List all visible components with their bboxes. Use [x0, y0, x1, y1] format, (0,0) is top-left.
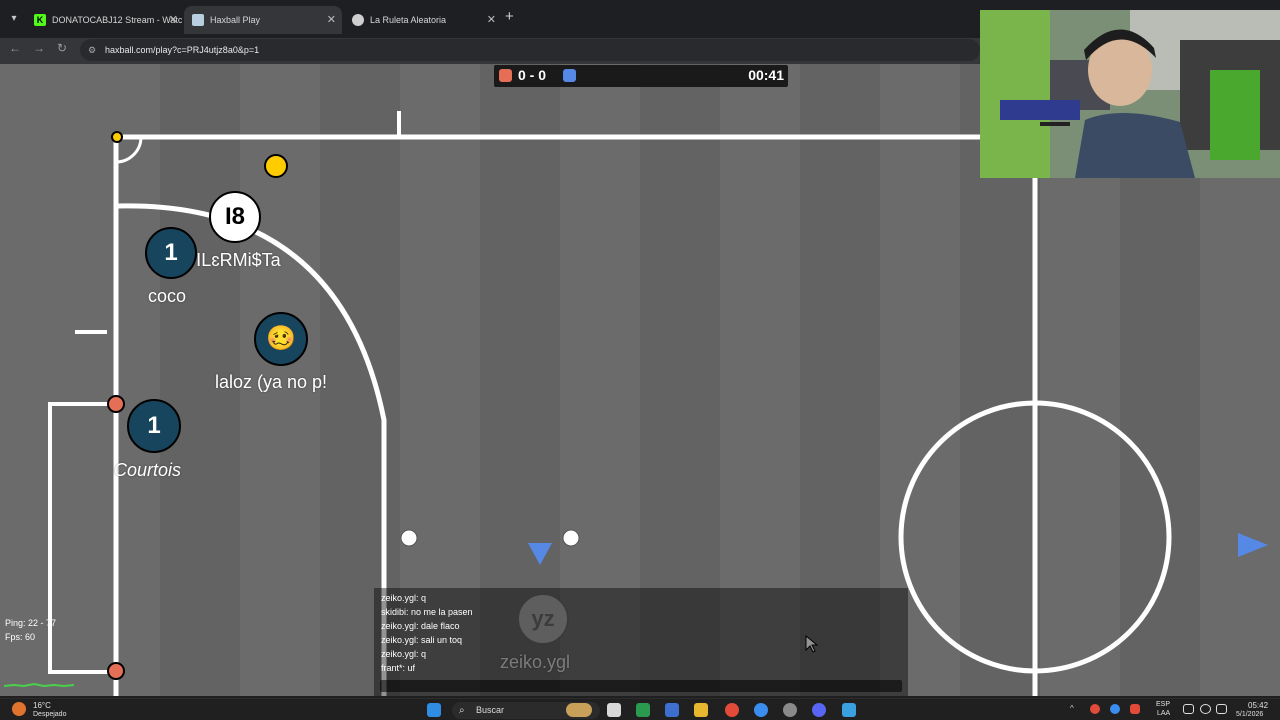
webcam-image	[980, 10, 1280, 178]
microphone-icon[interactable]	[1130, 704, 1140, 714]
ping-stat: Ping: 22 - 77	[5, 618, 57, 628]
windows-start-icon[interactable]	[427, 703, 441, 717]
language-code[interactable]: ESP	[1156, 701, 1170, 708]
forward-icon[interactable]: →	[33, 41, 45, 55]
player-name-zeiko: zeiko.ygl	[500, 652, 571, 672]
chat-message: zeiko.ygl: dale flaco	[381, 621, 460, 631]
discord-icon[interactable]	[812, 703, 826, 717]
fps-graph	[4, 682, 74, 688]
chrome-icon[interactable]	[725, 703, 739, 717]
clock-time[interactable]: 05:42	[1248, 701, 1268, 710]
close-icon[interactable]: ✕	[327, 6, 336, 34]
wheel-icon	[352, 14, 364, 26]
task-view-icon[interactable]	[607, 703, 621, 717]
kick-icon: K	[34, 14, 46, 26]
webcam-overlay	[980, 10, 1280, 178]
display-icon[interactable]	[1183, 704, 1194, 714]
tray-app-icon[interactable]	[1110, 704, 1120, 714]
close-icon[interactable]: ✕	[169, 6, 178, 34]
notepad-icon[interactable]	[842, 703, 856, 717]
tab-title: La Ruleta Aleatoria	[370, 15, 447, 25]
score: 0 - 0	[518, 67, 547, 83]
player-disc-zeiko: yz	[517, 593, 569, 645]
news-icon	[566, 703, 592, 717]
clock-date[interactable]: 5/1/2026	[1236, 711, 1263, 718]
tab-title: Haxball Play	[210, 15, 261, 25]
weather-desc: Despejado	[33, 711, 67, 718]
app-icon[interactable]	[636, 703, 650, 717]
scoreboard: 0 - 0 00:41	[494, 65, 788, 87]
player-name-laloz: laloz (ya no p!	[215, 372, 328, 392]
new-tab-button[interactable]: +	[505, 8, 514, 25]
player-disc-courtois: 1	[127, 399, 181, 453]
tab-search-icon[interactable]: ▾	[4, 9, 24, 29]
tab-haxball[interactable]: Haxball Play ✕	[184, 6, 342, 34]
chat-box: zeiko.ygl: q skidibi: no me la pasen zei…	[374, 588, 908, 696]
player-name-coco: coco	[148, 286, 187, 306]
volume-icon[interactable]	[1200, 704, 1211, 714]
obs-icon[interactable]	[783, 703, 797, 717]
search-icon: ⌕	[459, 705, 465, 716]
chat-message: zeiko.ygl: sali un toq	[381, 635, 463, 645]
close-icon[interactable]: ✕	[487, 6, 496, 34]
chrome-profile-icon[interactable]	[754, 703, 768, 717]
chat-message: skidibi: no me la pasen	[381, 607, 473, 617]
reload-icon[interactable]: ↻	[57, 41, 67, 55]
chat-input[interactable]	[380, 680, 902, 692]
site-info-icon[interactable]: ⚙	[88, 39, 96, 61]
tray-app-icon[interactable]	[1090, 704, 1100, 714]
url-text: haxball.com/play?c=PRJ4utjz8a0&p=1	[105, 45, 260, 55]
address-bar[interactable]: ⚙ haxball.com/play?c=PRJ4utjz8a0&p=1	[80, 39, 980, 61]
tab-title: DONATOCABJ12 Stream - Watc	[52, 15, 183, 25]
back-icon[interactable]: ←	[9, 41, 21, 55]
windows-taskbar: 16°C Despejado ⌕ Buscar ^ ESP LAA 05:42 …	[0, 698, 1280, 720]
file-explorer-icon[interactable]	[694, 703, 708, 717]
red-team-icon	[499, 69, 512, 82]
chat-message: zeiko.ygl: q	[381, 593, 427, 603]
fps-stat: Fps: 60	[5, 632, 36, 642]
tab-ruleta[interactable]: La Ruleta Aleatoria ✕	[344, 6, 502, 34]
weather-icon[interactable]	[12, 702, 26, 716]
language-sub: LAA	[1157, 710, 1171, 717]
tab-kick-stream[interactable]: K DONATOCABJ12 Stream - Watc ✕	[26, 6, 184, 34]
player-name-courtois: Courtois	[114, 460, 182, 480]
chevron-up-icon[interactable]: ^	[1070, 704, 1074, 713]
calculator-icon[interactable]	[665, 703, 679, 717]
player-name-lermista: ꓲLɛRMi$Ta	[196, 250, 281, 270]
weather-temp: 16°C	[33, 701, 51, 710]
chat-message: zeiko.ygl: q	[381, 649, 427, 659]
search-label: Buscar	[476, 705, 505, 715]
player-disc-laloz: 🥴	[254, 312, 308, 366]
player-disc-coco: 1	[145, 227, 197, 279]
blue-team-icon	[563, 69, 576, 82]
player-disc-lermista: I8	[209, 191, 261, 243]
notification-icon[interactable]	[1216, 704, 1227, 714]
haxball-icon	[192, 14, 204, 26]
match-timer: 00:41	[748, 67, 784, 83]
chat-message: frant*: uf	[381, 663, 416, 673]
